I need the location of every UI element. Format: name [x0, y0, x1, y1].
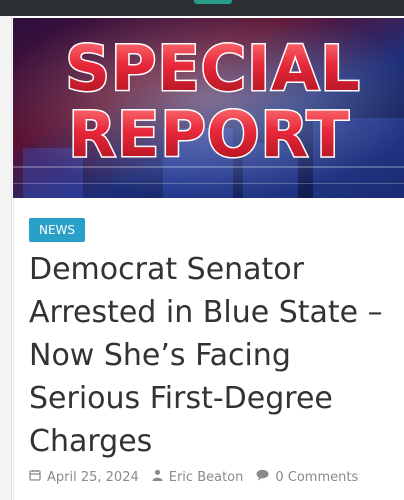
calendar-icon	[29, 469, 41, 485]
user-icon	[152, 469, 163, 485]
category-badge[interactable]: NEWS	[29, 218, 86, 242]
post-date[interactable]: April 25, 2024	[29, 469, 139, 485]
post-comments-text: 0 Comments	[275, 469, 359, 485]
article-card: NEWS Democrat Senator Arrested in Blue S…	[13, 198, 404, 500]
post-author[interactable]: Eric Beaton	[152, 469, 244, 485]
special-report-banner-image: SPECIAL REPORT	[13, 18, 404, 198]
menu-toggle-marker[interactable]	[194, 0, 232, 4]
post-author-text: Eric Beaton	[168, 469, 244, 485]
featured-image[interactable]: SPECIAL REPORT	[13, 18, 404, 198]
article-title[interactable]: Democrat Senator Arrested in Blue State …	[29, 248, 397, 463]
article-meta: April 25, 2024 Eric Beaton 0 Comments	[29, 469, 371, 485]
page-gutter	[0, 16, 12, 500]
comment-icon	[256, 469, 269, 485]
post-comments[interactable]: 0 Comments	[256, 469, 358, 485]
hero-line-1: SPECIAL	[65, 32, 361, 105]
hero-line-2: REPORT	[68, 98, 350, 171]
top-navigation-bar	[0, 0, 404, 16]
post-date-text: April 25, 2024	[47, 469, 139, 485]
